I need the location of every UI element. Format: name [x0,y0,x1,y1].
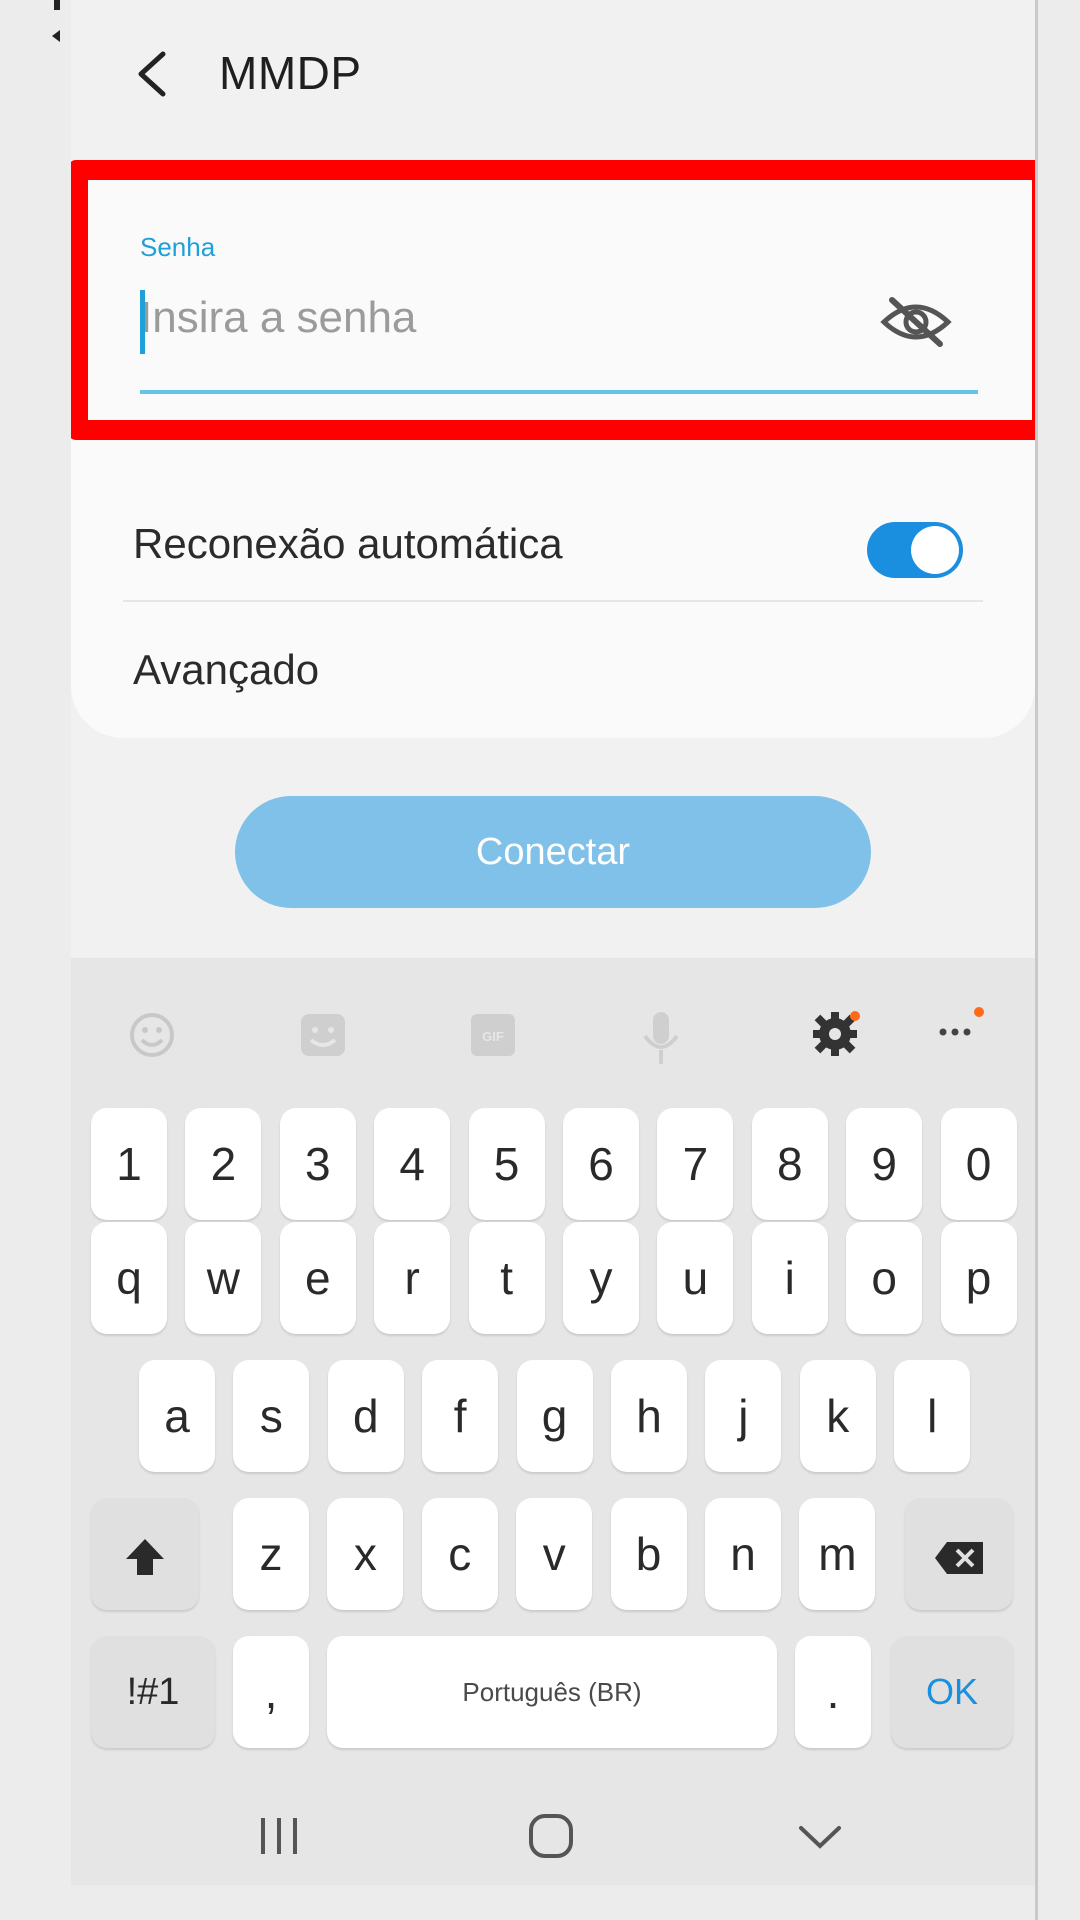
key-k[interactable]: k [799,1360,876,1472]
key-x[interactable]: x [327,1498,404,1610]
key-q[interactable]: q [91,1222,167,1334]
period-key[interactable]: . [795,1636,871,1748]
navigation-bar [71,1778,1035,1885]
settings-gear-icon[interactable] [807,1002,867,1067]
shift-key[interactable] [91,1498,199,1610]
key-m[interactable]: m [799,1498,876,1610]
key-o[interactable]: o [846,1222,923,1334]
key-b[interactable]: b [610,1498,687,1610]
auto-reconnect-row[interactable]: Reconexão automática [71,490,1035,600]
hide-keyboard-chevron-icon[interactable] [797,1822,843,1857]
more-options-icon[interactable] [933,998,993,1053]
ok-key[interactable]: OK [891,1636,1013,1748]
eye-off-icon[interactable] [878,294,954,350]
advanced-item[interactable]: Avançado [133,646,319,694]
key-r[interactable]: r [374,1222,451,1334]
emoji-icon[interactable] [127,1010,177,1065]
key-l[interactable]: l [894,1360,971,1472]
key-w[interactable]: w [185,1222,262,1334]
key-9[interactable]: 9 [846,1108,923,1220]
key-e[interactable]: e [279,1222,356,1334]
key-t[interactable]: t [468,1222,545,1334]
keyboard: GIF 12 3 4 5 6 7 8 9 0 q w e r t y u i o… [71,958,1035,1885]
key-5[interactable]: 5 [468,1108,545,1220]
key-j[interactable]: j [705,1360,782,1472]
key-i[interactable]: i [751,1222,828,1334]
divider [123,600,983,602]
key-8[interactable]: 8 [751,1108,828,1220]
key-z[interactable]: z [233,1498,309,1610]
key-a[interactable]: a [139,1360,215,1472]
screen-edge [1035,0,1038,1920]
status-edge-mark [52,0,62,44]
key-7[interactable]: 7 [657,1108,734,1220]
space-key[interactable]: Português (BR) [327,1636,777,1748]
auto-reconnect-toggle[interactable] [867,522,963,578]
key-v[interactable]: v [516,1498,593,1610]
auto-reconnect-label: Reconexão automática [133,520,563,567]
microphone-icon[interactable] [639,1010,683,1073]
key-d[interactable]: d [327,1360,404,1472]
key-g[interactable]: g [516,1360,593,1472]
input-underline [140,390,978,394]
key-6[interactable]: 6 [563,1108,639,1220]
key-2[interactable]: 2 [185,1108,262,1220]
key-1[interactable]: 1 [91,1108,167,1220]
key-4[interactable]: 4 [374,1108,451,1220]
wifi-settings-card: Senha Reconexão automática Avançado [71,160,1035,738]
text-cursor [140,290,145,354]
comma-key[interactable]: , [233,1636,309,1748]
recent-apps-icon[interactable] [257,1816,301,1861]
phone-screen: MMDP Senha Reconexão automática Avançado… [71,0,1035,1885]
app-header: MMDP [71,0,1035,150]
back-arrow-icon[interactable] [133,50,173,98]
password-label: Senha [140,232,216,262]
symbols-key[interactable]: !#1 [91,1636,215,1748]
key-s[interactable]: s [233,1360,310,1472]
gif-icon[interactable]: GIF [467,1010,519,1065]
connect-button[interactable]: Conectar [235,796,871,908]
keyboard-toolbar: GIF [71,958,1035,1068]
key-n[interactable]: n [705,1498,781,1610]
key-h[interactable]: h [611,1360,687,1472]
home-icon[interactable] [527,1812,575,1865]
password-input[interactable] [140,288,820,348]
sticker-icon[interactable] [297,1010,349,1065]
key-c[interactable]: c [421,1498,498,1610]
password-highlight-box: Senha [71,160,1035,440]
toggle-knob [911,526,959,574]
key-0[interactable]: 0 [940,1108,1017,1220]
backspace-key[interactable] [905,1498,1013,1610]
key-y[interactable]: y [563,1222,639,1334]
key-3[interactable]: 3 [279,1108,356,1220]
key-p[interactable]: p [940,1222,1017,1334]
key-f[interactable]: f [422,1360,499,1472]
svg-text:GIF: GIF [482,1029,504,1044]
network-title: MMDP [219,47,362,99]
key-u[interactable]: u [657,1222,734,1334]
